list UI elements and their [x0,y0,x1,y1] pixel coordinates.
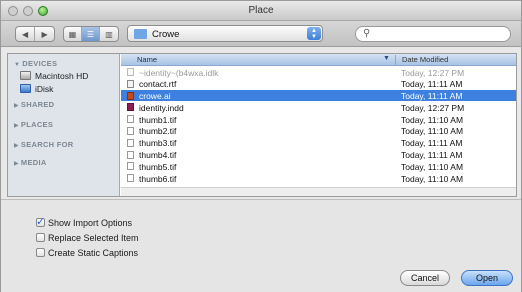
disclosure-open-icon: ▼ [14,62,21,68]
sidebar-section-places[interactable]: ▶ PLACES [14,120,53,129]
sidebar-section-search-for[interactable]: ▶ SEARCH FOR [14,140,74,149]
file-date-modified: Today, 11:11 AM [401,138,463,149]
file-row[interactable]: thumb5.tif Today, 11:10 AM [121,160,516,172]
file-name: ~identity~(b4wxa.idlk [139,67,219,78]
icon-view-icon[interactable]: ▦ [64,27,82,41]
back-arrow-icon[interactable]: ◀ [16,27,36,41]
file-browser: ▼ DEVICES Macintosh HD iDisk ▶ SHARED ▶ PLA… [7,53,517,197]
file-name: thumb3.tif [139,138,177,149]
disclosure-closed-icon: ▶ [14,143,19,149]
disclosure-closed-icon: ▶ [14,161,19,167]
file-date-modified: Today, 11:11 AM [401,79,463,90]
cancel-button[interactable]: Cancel [400,270,450,286]
indd-file-icon [127,103,134,112]
sidebar-section-media[interactable]: ▶ MEDIA [14,158,47,167]
view-mode-buttons: ▦ ☰ ▥ [63,26,119,42]
column-header-date-modified[interactable]: Date Modified [395,55,448,65]
navigation-buttons: ◀ ▶ [15,26,55,42]
file-row[interactable]: thumb3.tif Today, 11:11 AM [121,137,516,149]
file-name: identity.indd [139,102,184,113]
folder-path-popup[interactable]: Crowe ▲ ▼ [127,25,323,42]
tif-file-icon [127,174,134,183]
file-name: crowe.ai [139,91,171,102]
horizontal-scrollbar[interactable] [121,187,516,196]
sidebar-item-idisk[interactable]: iDisk [20,84,53,94]
tif-file-icon [127,115,134,124]
sidebar: ▼ DEVICES Macintosh HD iDisk ▶ SHARED ▶ PLA… [8,54,120,196]
file-row[interactable]: thumb6.tif Today, 11:10 AM [121,172,516,184]
popup-arrows-icon: ▲ ▼ [307,27,321,40]
tif-file-icon [127,138,134,147]
create-static-captions-checkbox[interactable]: Create Static Captions [36,248,138,258]
open-button[interactable]: Open [461,270,513,286]
file-date-modified: Today, 11:10 AM [401,126,464,137]
tif-file-icon [127,150,134,159]
file-name: thumb1.tif [139,114,177,125]
file-name: thumb6.tif [139,173,177,184]
column-header-name[interactable]: Name [137,55,157,64]
sort-descending-icon: ▼ [383,55,390,62]
show-import-options-checkbox[interactable]: Show Import Options [36,215,132,228]
disclosure-closed-icon: ▶ [14,123,19,129]
rtf-file-icon [127,79,134,88]
replace-selected-item-checkbox[interactable]: Replace Selected Item [36,233,139,243]
file-name: thumb2.tif [139,126,177,137]
checkbox-icon [36,233,45,242]
idlk-file-icon [127,68,134,76]
file-date-modified: Today, 11:10 AM [401,173,464,184]
file-date-modified: Today, 12:27 PM [401,67,465,78]
file-name: contact.rtf [139,79,177,90]
file-date-modified: Today, 11:10 AM [401,161,464,172]
forward-arrow-icon[interactable]: ▶ [35,27,54,41]
checkbox-icon [36,248,45,257]
list-view-icon[interactable]: ☰ [82,27,100,41]
idisk-icon [20,84,31,93]
list-header: Name ▼ Date Modified [121,54,516,66]
file-date-modified: Today, 11:11 AM [401,91,463,102]
file-row[interactable]: contact.rtf Today, 11:11 AM [121,78,516,90]
file-name: thumb5.tif [139,161,177,172]
column-view-icon[interactable]: ▥ [100,27,118,41]
title-bar[interactable]: Place [1,1,521,21]
hard-drive-icon [20,71,31,80]
file-date-modified: Today, 12:27 PM [401,102,465,113]
tif-file-icon [127,126,134,135]
file-row[interactable]: ~identity~(b4wxa.idlk Today, 12:27 PM [121,66,516,78]
file-date-modified: Today, 11:11 AM [401,150,463,161]
file-row[interactable]: identity.indd Today, 12:27 PM [121,101,516,113]
file-list: Name ▼ Date Modified ~identity~(b4wxa.id… [121,54,516,196]
file-row[interactable]: thumb4.tif Today, 11:11 AM [121,149,516,161]
file-row[interactable]: thumb1.tif Today, 11:10 AM [121,113,516,125]
current-folder-label: Crowe [152,29,180,40]
file-rows: ~identity~(b4wxa.idlk Today, 12:27 PM cont… [121,66,516,184]
import-options-panel: Show Import Options Replace Selected Ite… [1,199,521,292]
place-dialog: Place ◀ ▶ ▦ ☰ ▥ Crowe ▲ ▼ ⚲ ▼ DEVICES Maci… [0,0,522,292]
window-title: Place [248,5,274,16]
file-name: thumb4.tif [139,150,177,161]
toolbar: ◀ ▶ ▦ ☰ ▥ Crowe ▲ ▼ ⚲ [1,21,521,47]
sidebar-section-shared[interactable]: ▶ SHARED [14,100,54,109]
sidebar-item-macintosh-hd[interactable]: Macintosh HD [20,71,88,81]
file-row[interactable]: crowe.ai Today, 11:11 AM [121,89,516,102]
search-icon: ⚲ [363,28,371,39]
folder-icon [134,29,147,39]
tif-file-icon [127,162,134,171]
file-row[interactable]: thumb2.tif Today, 11:10 AM [121,125,516,137]
search-field[interactable]: ⚲ [355,26,511,42]
sidebar-section-devices[interactable]: ▼ DEVICES [14,59,57,68]
ai-file-icon [127,91,134,100]
disclosure-closed-icon: ▶ [14,103,19,109]
file-date-modified: Today, 11:10 AM [401,114,464,125]
checkbox-icon [36,215,45,228]
